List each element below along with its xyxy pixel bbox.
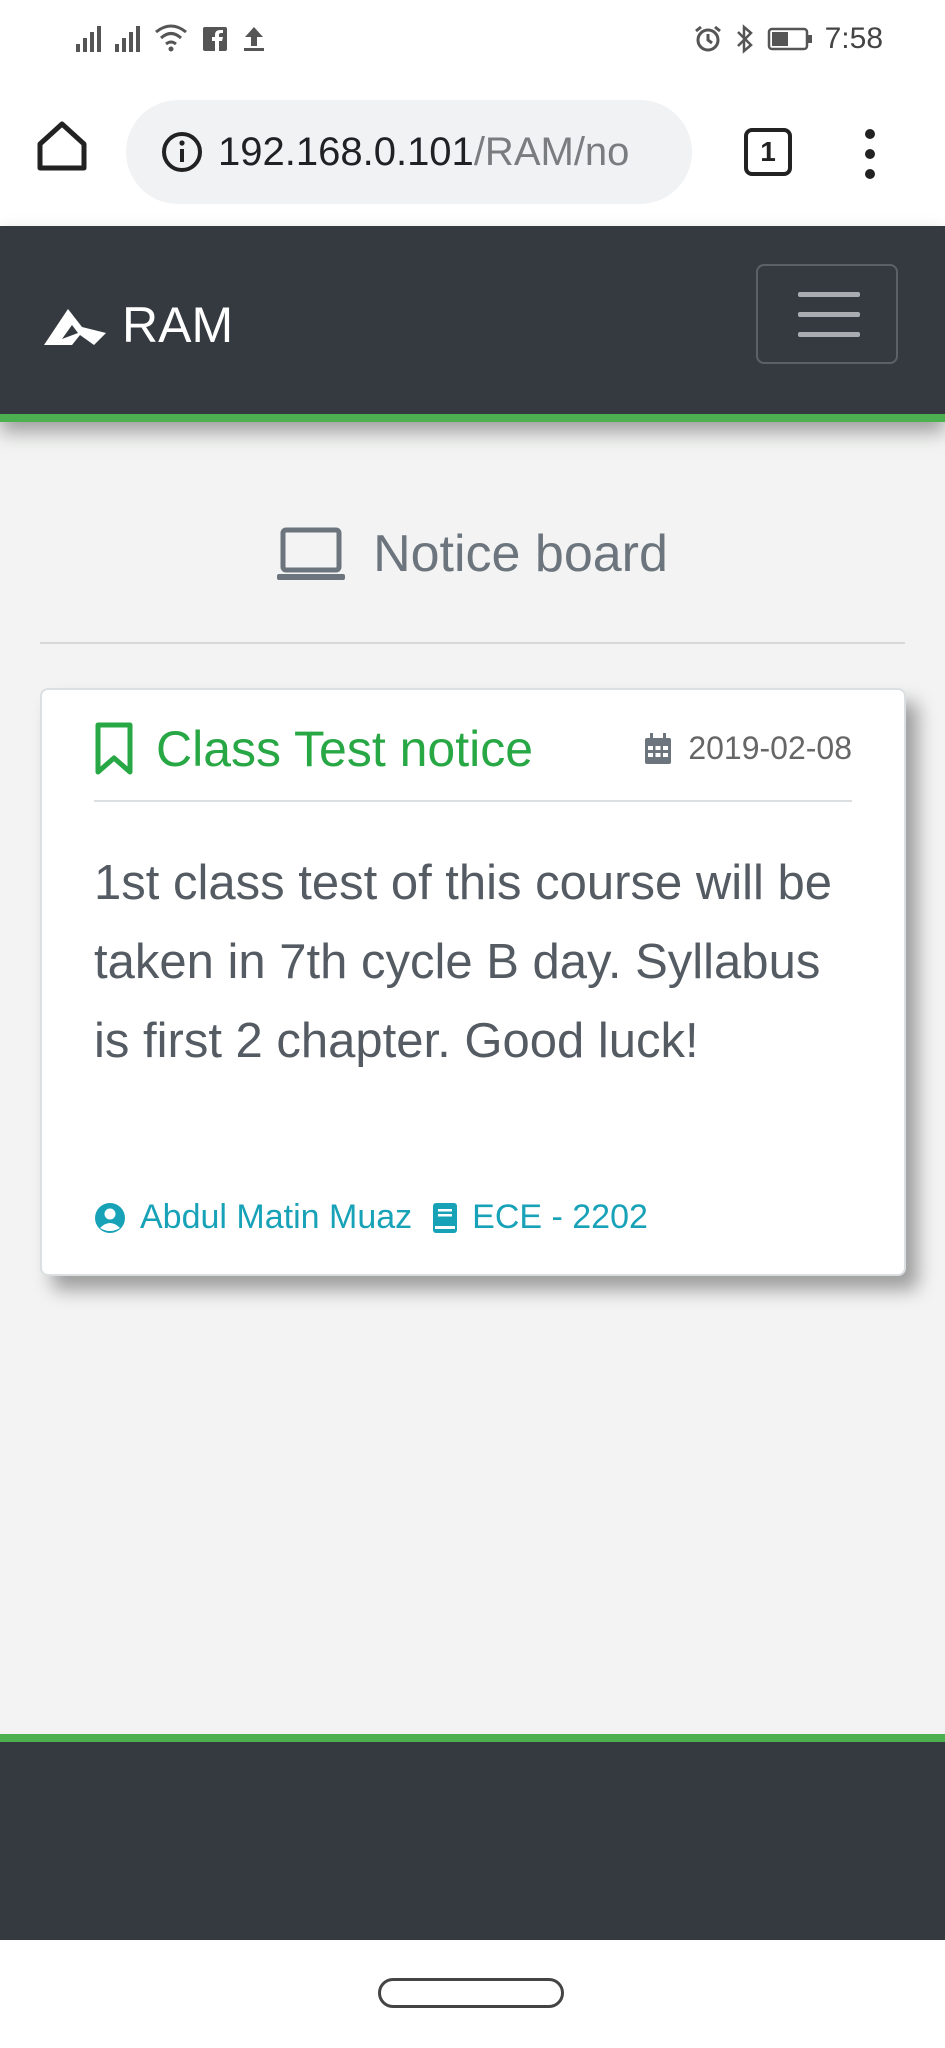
site-navbar: RAM (0, 226, 945, 422)
upload-icon (244, 27, 264, 51)
home-gesture-pill[interactable] (378, 1978, 564, 2008)
more-options-icon[interactable] (858, 124, 882, 184)
home-icon[interactable] (34, 118, 90, 174)
notice-body: 1st class test of this course will be ta… (94, 856, 833, 1068)
navbar-toggler-button[interactable] (756, 264, 898, 364)
notice-title-group: Class Test notice (94, 720, 533, 778)
book-icon (433, 1202, 458, 1233)
brand[interactable]: RAM (42, 296, 233, 354)
status-bar: 7:58 (0, 0, 945, 84)
notice-card-header: Class Test notice 2019-02-08 (94, 720, 852, 802)
status-icons-left (76, 22, 266, 52)
hamburger-line (798, 312, 860, 317)
page-heading: Notice board (0, 524, 945, 584)
browser-toolbar: 192.168.0.101/RAM/no 1 (0, 84, 945, 226)
notice-card: Class Test notice 2019-02-08 1st class t… (40, 688, 906, 1276)
notice-title: Class Test notice (156, 721, 534, 777)
logo-icon (44, 309, 106, 345)
notice-meta: Abdul Matin Muaz ECE - 2202 (94, 1198, 648, 1237)
tab-switcher-button[interactable]: 1 (744, 128, 792, 176)
hamburger-line (798, 292, 860, 297)
laptop-icon (277, 527, 346, 580)
alarm-icon (694, 25, 721, 52)
heading-divider (40, 642, 905, 644)
bookmark-icon (95, 722, 133, 775)
page-title: Notice board (373, 525, 668, 583)
calendar-icon (645, 732, 672, 764)
facebook-icon (203, 27, 227, 52)
address-bar[interactable]: 192.168.0.101/RAM/no (126, 100, 692, 204)
site-footer (0, 1734, 945, 1948)
notice-author[interactable]: Abdul Matin Muaz (94, 1198, 412, 1237)
clock-time: 7:58 (824, 22, 883, 55)
hamburger-line (798, 332, 860, 337)
brand-name: RAM (122, 297, 234, 353)
signal-icon (76, 22, 101, 52)
notice-date: 2019-02-08 (688, 730, 852, 766)
notice-date-group: 2019-02-08 (644, 730, 852, 767)
battery-icon (767, 27, 812, 51)
status-icons-right: 7:58 (693, 22, 883, 56)
system-navigation-bar (0, 1940, 945, 2048)
course-code: ECE - 2202 (472, 1198, 648, 1236)
bluetooth-icon (736, 24, 753, 54)
user-circle-icon (95, 1202, 125, 1233)
notice-course[interactable]: ECE - 2202 (432, 1198, 648, 1237)
wifi-icon (155, 24, 187, 52)
url-path: /RAM/no (473, 129, 630, 174)
url-host: 192.168.0.101 (218, 129, 474, 174)
signal-icon-2 (115, 22, 140, 52)
author-name: Abdul Matin Muaz (140, 1198, 413, 1236)
info-icon[interactable] (160, 130, 204, 174)
